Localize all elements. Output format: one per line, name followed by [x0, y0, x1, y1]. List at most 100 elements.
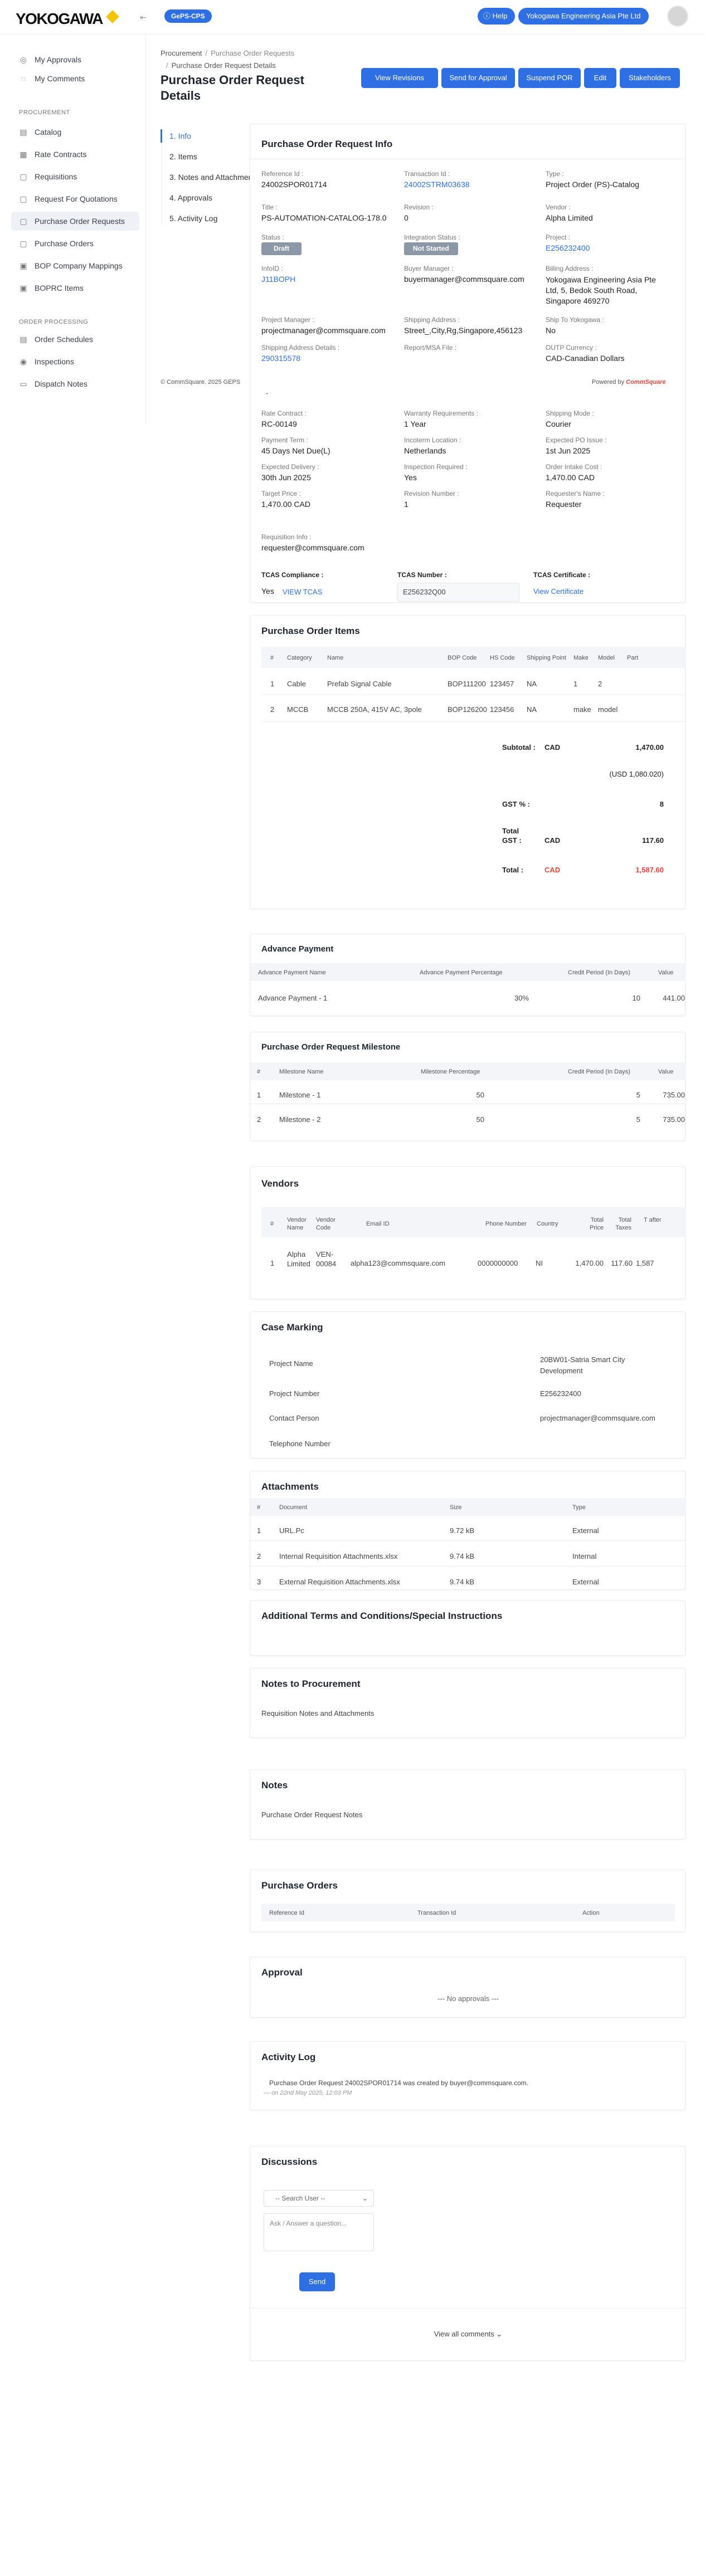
attachment-link[interactable]: External Requisition Attachments.xlsx [279, 1577, 400, 1587]
yokogawa-logo[interactable]: YOKOGAWA [16, 10, 104, 28]
purchase-orders-icon: ▢ [20, 239, 27, 248]
incoterm-value: Netherlands [404, 446, 446, 455]
tab-info[interactable]: 1. Info [169, 130, 191, 142]
col-header: Advance Payment Percentage [420, 969, 503, 976]
items-cell: model [598, 705, 618, 714]
case-label: Contact Person [269, 1414, 319, 1422]
stakeholders-button[interactable]: Stakeholders [620, 68, 680, 88]
attachment-cell: 9.74 kB [450, 1578, 475, 1586]
sidebar-item-dispatch-notes[interactable]: ▭ Dispatch Notes [11, 374, 139, 393]
col-header: Make [573, 655, 589, 661]
advance-cell: 10 [632, 994, 640, 1002]
project-manager-label: Project Manager : [261, 316, 314, 324]
suspend-por-button[interactable]: Suspend POR [518, 68, 581, 88]
sidebar-item-my-comments[interactable]: ◌ My Comments [11, 69, 139, 88]
activity-text: Purchase Order Request 24002SPOR01714 wa… [269, 2079, 529, 2087]
view-revisions-button[interactable]: View Revisions [361, 68, 438, 88]
por-icon: ▢ [20, 217, 27, 226]
shipping-mode-label: Shipping Mode : [546, 409, 594, 417]
sidebar-item-rate-contracts[interactable]: ▦ Rate Contracts [11, 145, 139, 164]
advance-cell: 30% [514, 994, 529, 1002]
attachment-link[interactable]: Internal Requisition Attachments.xlsx [279, 1552, 397, 1561]
vendors-card: Vendors # Vendor Name Vendor Code Email … [250, 1167, 686, 1299]
sidebar-item-purchase-order-requests[interactable]: ▢ Purchase Order Requests [11, 212, 139, 231]
report-msa-label: Report/MSA File : [404, 344, 457, 352]
status-wrap: Draft [261, 242, 302, 255]
terms-card: Additional Terms and Conditions/Special … [250, 1600, 685, 1656]
inspection-icon: ◉ [20, 357, 27, 366]
revision-value: 0 [404, 213, 409, 222]
items-cell: NA [527, 680, 537, 688]
ship-to-yokogawa-value: No [546, 326, 556, 335]
search-user-select[interactable]: -- Search User -- ⌄ [264, 2190, 374, 2207]
vendor-cell: 1,470.00 [575, 1259, 604, 1267]
case-label: Project Number [269, 1389, 320, 1398]
milestone-cell: Milestone - 1 [279, 1091, 321, 1099]
col-header: Shipping Point [527, 655, 566, 661]
col-header: # [257, 1504, 261, 1511]
send-button[interactable]: Send [299, 2272, 335, 2291]
integration-status-badge: Not Started [404, 242, 458, 255]
comments-icon: ◌ [21, 74, 26, 83]
shipping-address-details-label: Shipping Address Details : [261, 344, 340, 352]
breadcrumb-root[interactable]: Procurement [161, 49, 202, 57]
sidebar-item-boprc-items[interactable]: ▣ BOPRC Items [11, 279, 139, 297]
warranty-label: Warranty Requirements : [404, 409, 478, 417]
organization-selector[interactable]: Yokogawa Engineering Asia Pte Ltd [518, 8, 649, 25]
view-all-comments-link[interactable]: View all comments ⌄ [250, 2329, 686, 2339]
app-badge[interactable]: GePS-CPS [164, 9, 212, 23]
ship-to-yokogawa-label: Ship To Yokogawa : [546, 316, 604, 324]
attachments-title: Attachments [261, 1481, 319, 1492]
shipping-address-value: Street_,City,Rg,Singapore,456123 [404, 326, 523, 335]
view-tcas-link[interactable]: VIEW TCAS [283, 587, 322, 597]
send-for-approval-button[interactable]: Send for Approval [441, 68, 515, 88]
col-header: Action [582, 1910, 600, 1916]
vendor-cell: 1 [270, 1259, 275, 1267]
help-button[interactable]: ⓘ Help [478, 8, 516, 25]
tab-activity-log[interactable]: 5. Activity Log [169, 212, 217, 225]
integration-status-wrap: Not Started [404, 242, 458, 255]
tab-items[interactable]: 2. Items [169, 150, 197, 163]
total-gst-currency: CAD [544, 836, 561, 845]
row-divider [261, 721, 686, 722]
view-certificate-link[interactable]: View Certificate [533, 587, 584, 596]
avatar[interactable] [667, 6, 688, 27]
expected-delivery-value: 30th Jun 2025 [261, 473, 311, 482]
question-textarea[interactable]: Ask / Answer a question... [264, 2213, 374, 2251]
sidebar-item-bop-company-mappings[interactable]: ▣ BOP Company Mappings [11, 256, 139, 275]
shipping-address-details-link[interactable]: 290315578 [261, 354, 300, 363]
type-value: Project Order (PS)-Catalog [546, 180, 640, 189]
sidebar-item-order-schedules[interactable]: ▤ Order Schedules [11, 330, 139, 349]
integration-status-label: Integration Status : [404, 233, 460, 241]
items-cell: 1 [270, 680, 275, 688]
infoid-link[interactable]: J11BOPH [261, 275, 295, 284]
collapse-sidebar-icon[interactable]: ⇤ [137, 11, 149, 23]
notes-text: Purchase Order Request Notes [261, 1811, 363, 1819]
sidebar-item-rfq[interactable]: ▢ Request For Quotations [11, 189, 139, 208]
vendor-cell: 0000000000 [478, 1259, 518, 1267]
tab-approvals[interactable]: 4. Approvals [169, 192, 212, 204]
breadcrumb-parent[interactable]: Purchase Order Requests [211, 49, 294, 57]
sidebar-item-my-approvals[interactable]: ◎ My Approvals [11, 50, 139, 69]
case-label: Telephone Number [269, 1440, 330, 1448]
tcas-number-field[interactable]: E256232Q00 [397, 583, 519, 602]
items-title: Purchase Order Items [261, 626, 360, 636]
milestone-cell: 50 [476, 1091, 484, 1099]
project-link[interactable]: E256232400 [546, 243, 590, 253]
approval-card: Approval --- No approvals --- [250, 1957, 685, 2018]
tab-notes-attachments[interactable]: 3. Notes and Attachments [169, 171, 250, 183]
advance-payment-card: Advance Payment Advance Payment Name Adv… [250, 934, 686, 1016]
sidebar-item-inspections[interactable]: ◉ Inspections [11, 352, 139, 371]
col-header: Country [537, 1221, 558, 1227]
chevron-down-icon: ⌄ [362, 2194, 368, 2202]
sidebar-item-purchase-orders[interactable]: ▢ Purchase Orders [11, 234, 139, 253]
sidebar-item-requisitions[interactable]: ▢ Requisitions [11, 167, 139, 186]
notes-procurement-title: Notes to Procurement [261, 1679, 361, 1689]
attachment-link[interactable]: URL.Pc [279, 1526, 304, 1535]
transaction-id-link[interactable]: 24002STRM03638 [404, 180, 470, 189]
tcas-certificate-label: TCAS Certificate : [533, 571, 591, 579]
inspection-required-label: Inspection Required : [404, 463, 468, 471]
sidebar-item-catalog[interactable]: ▤ Catalog [11, 123, 139, 142]
edit-button[interactable]: Edit [584, 68, 616, 88]
milestone-cell: 735.00 [663, 1091, 685, 1099]
